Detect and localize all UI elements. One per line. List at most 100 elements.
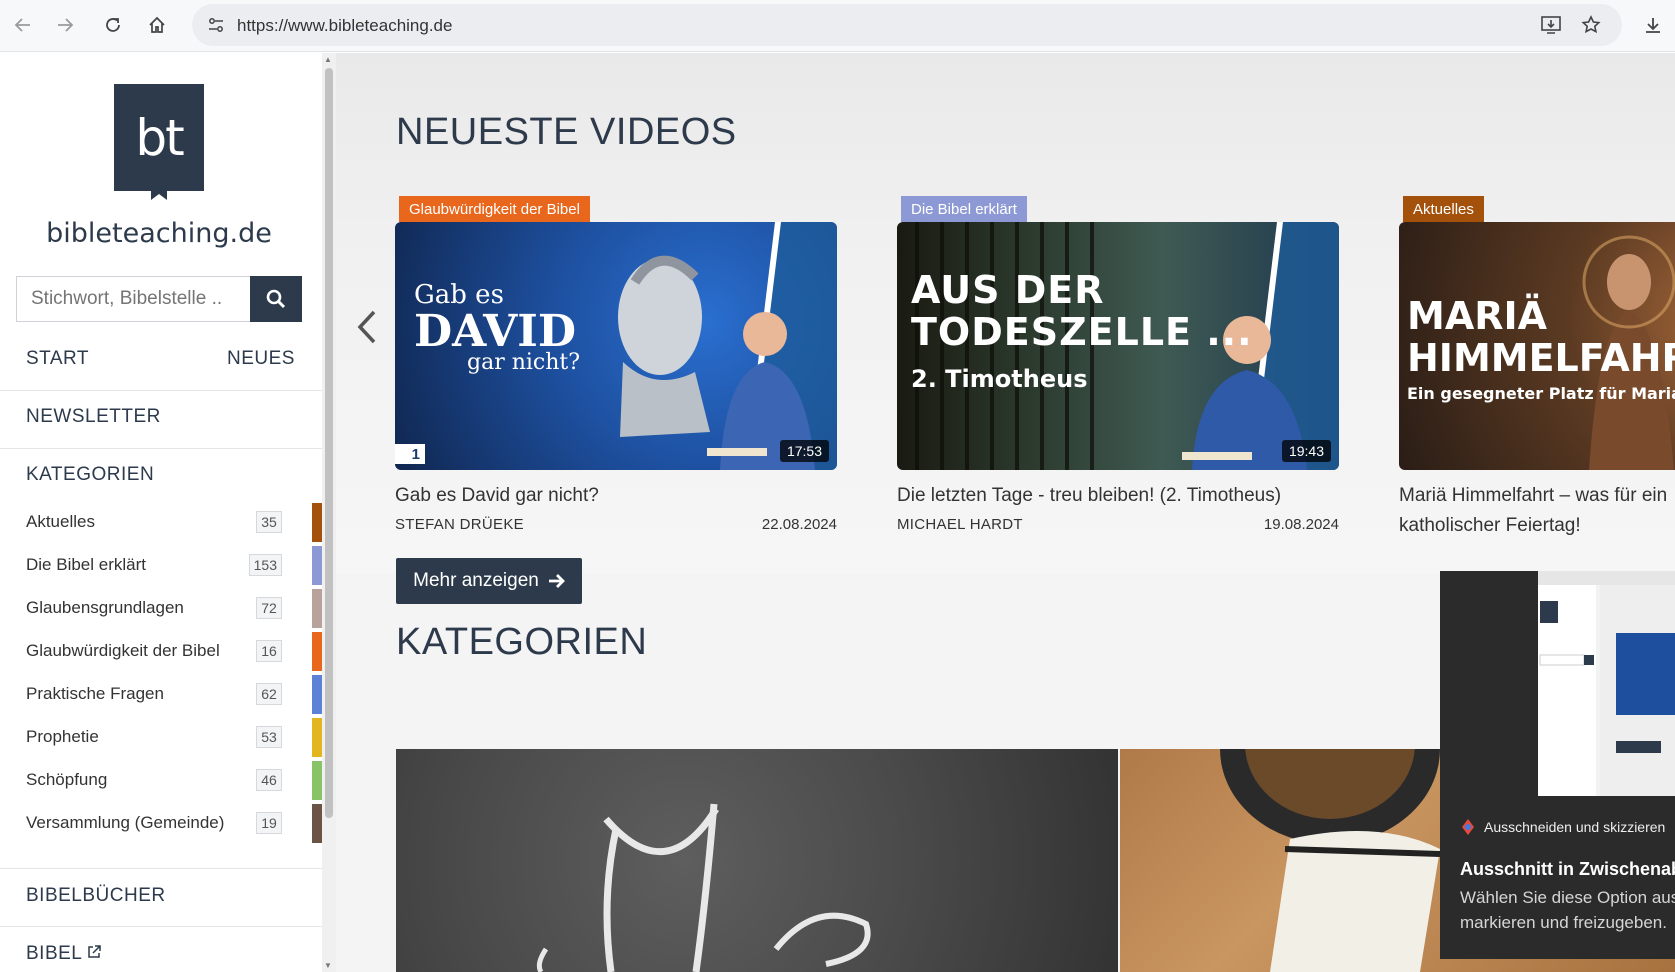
- video-thumbnail[interactable]: MARIÄ HIMMELFAHRT Ein gesegneter Platz f…: [1399, 222, 1675, 470]
- search-input[interactable]: [16, 276, 250, 322]
- download-button[interactable]: [1638, 10, 1668, 40]
- category-count-badge: 153: [248, 554, 282, 576]
- category-color-bar: [312, 718, 322, 757]
- sidebar-category-item[interactable]: Praktische Fragen 62: [0, 673, 322, 716]
- external-link-icon: [88, 945, 102, 958]
- thumb-line-3: 2. Timotheus: [911, 365, 1088, 393]
- category-name: Die Bibel erklärt: [26, 555, 146, 574]
- sidebar-category-item[interactable]: Die Bibel erklärt 153: [0, 544, 322, 587]
- snip-app-label: Ausschneiden und skizzieren: [1484, 819, 1666, 835]
- site-settings-icon[interactable]: [206, 15, 226, 35]
- category-color-bar: [312, 589, 322, 628]
- thumb-line-2: HIMMELFAHRT: [1407, 336, 1675, 380]
- site-name[interactable]: bibleteaching.de: [0, 218, 318, 249]
- arrow-left-icon: [14, 18, 30, 32]
- home-button[interactable]: [142, 10, 172, 40]
- nav-bibelbuecher[interactable]: BIBELBÜCHER: [26, 885, 166, 907]
- bookmark-star-icon[interactable]: [1578, 13, 1604, 37]
- arrow-right-icon: [548, 574, 565, 588]
- video-author: MICHAEL HARDT: [897, 516, 1023, 533]
- snip-body-line-2: markieren und freizugeben.: [1460, 913, 1667, 932]
- chalk-news-image: [536, 803, 871, 972]
- sidebar-category-item[interactable]: Glaubwürdigkeit der Bibel 16: [0, 630, 322, 673]
- reload-button[interactable]: [98, 10, 128, 40]
- category-badge[interactable]: Aktuelles: [1403, 196, 1484, 222]
- category-color-bar: [312, 546, 322, 585]
- more-videos-button[interactable]: Mehr anzeigen: [396, 558, 582, 604]
- divider: [0, 926, 322, 927]
- site-logo[interactable]: bt: [114, 84, 204, 200]
- video-thumbnail[interactable]: Gab es DAVID gar nicht? 1 17:53: [395, 222, 837, 470]
- category-color-bar: [312, 761, 322, 800]
- snip-notification[interactable]: Ausschneiden und skizzieren Ausschnitt i…: [1440, 571, 1675, 959]
- video-title-line-2: katholischer Feiertag!: [1399, 515, 1581, 536]
- reload-icon: [106, 18, 120, 32]
- category-count-badge: 16: [256, 640, 282, 662]
- sidebar-category-item[interactable]: Schöpfung 46: [0, 759, 322, 802]
- category-name: Glaubwürdigkeit der Bibel: [26, 641, 220, 660]
- url-text[interactable]: https://www.bibleteaching.de: [237, 16, 452, 36]
- video-date: 19.08.2024: [1263, 516, 1339, 533]
- thumb-line-1: MARIÄ: [1407, 294, 1548, 338]
- back-button[interactable]: [8, 10, 38, 40]
- sidebar-category-item[interactable]: Prophetie 53: [0, 716, 322, 759]
- category-count-badge: 53: [256, 726, 282, 748]
- scrollbar-thumb[interactable]: [325, 68, 333, 818]
- sidebar-category-item[interactable]: Glaubensgrundlagen 72: [0, 587, 322, 630]
- video-author: STEFAN DRÜEKE: [395, 516, 524, 533]
- nav-neues[interactable]: NEUES: [227, 348, 295, 370]
- sidebar-category-item[interactable]: Aktuelles 35: [0, 501, 322, 544]
- thumb-line-3: gar nicht?: [467, 350, 581, 375]
- nav-newsletter[interactable]: NEWSLETTER: [26, 406, 161, 428]
- video-thumbnail[interactable]: AUS DER TODESZELLE ... 2. Timotheus 19:4…: [897, 222, 1339, 470]
- snip-app-name: Ausschneiden und skizzieren: [1460, 818, 1665, 836]
- divider: [0, 868, 322, 869]
- video-date: 22.08.2024: [761, 516, 837, 533]
- logo-text: bt: [135, 108, 184, 167]
- snip-title: Ausschnitt in Zwischenablage kopiert: [1460, 859, 1675, 879]
- divider: [0, 390, 322, 391]
- latest-videos-title: NEUESTE VIDEOS: [396, 111, 737, 153]
- category-color-bar: [312, 804, 322, 843]
- nav-bibel[interactable]: BIBEL: [26, 943, 102, 965]
- scroll-down-arrow-icon[interactable]: ▼: [324, 961, 332, 970]
- nav-bibel-label: BIBEL: [26, 943, 82, 964]
- snip-body: Wählen Sie diese Option aus, um zu marki…: [1460, 885, 1675, 935]
- carousel-prev-button[interactable]: [352, 307, 382, 347]
- category-badge[interactable]: Die Bibel erklärt: [901, 196, 1027, 222]
- category-count-badge: 62: [256, 683, 282, 705]
- scroll-up-arrow-icon[interactable]: ▲: [324, 55, 332, 64]
- category-badge[interactable]: Glaubwürdigkeit der Bibel: [399, 196, 590, 222]
- categories-heading: KATEGORIEN: [26, 464, 155, 485]
- category-count-badge: 72: [256, 597, 282, 619]
- video-duration: 19:43: [1281, 440, 1331, 462]
- category-name: Schöpfung: [26, 770, 108, 789]
- category-tile-news[interactable]: [396, 749, 1118, 972]
- install-app-icon[interactable]: [1538, 13, 1564, 37]
- video-title[interactable]: Mariä Himmelfahrt – was für ein katholis…: [1399, 481, 1675, 541]
- more-videos-label: Mehr anzeigen: [413, 570, 539, 591]
- download-icon: [1646, 18, 1660, 33]
- video-title[interactable]: Gab es David gar nicht?: [395, 481, 837, 511]
- category-count-badge: 19: [256, 812, 282, 834]
- video-title-line-1: Mariä Himmelfahrt – was für ein: [1399, 485, 1668, 506]
- thumb-line-3: Ein gesegneter Platz für Maria: [1407, 384, 1675, 403]
- forward-button[interactable]: [50, 10, 80, 40]
- category-name: Aktuelles: [26, 512, 95, 531]
- sidebar-category-item[interactable]: Versammlung (Gemeinde) 19: [0, 802, 322, 845]
- search-button[interactable]: [250, 276, 302, 322]
- thumb-line-2: TODESZELLE ...: [911, 310, 1253, 354]
- home-icon: [149, 16, 165, 33]
- category-count-badge: 46: [256, 769, 282, 791]
- video-title[interactable]: Die letzten Tage - treu bleiben! (2. Tim…: [897, 481, 1339, 511]
- address-bar[interactable]: https://www.bibleteaching.de: [192, 4, 1622, 46]
- category-name: Praktische Fragen: [26, 684, 164, 703]
- series-number-tag: 1: [395, 444, 425, 464]
- sidebar-scrollbar[interactable]: ▲ ▼: [322, 53, 336, 972]
- snip-body-line-1: Wählen Sie diese Option aus, um zu: [1460, 888, 1675, 907]
- search-icon: [266, 289, 286, 309]
- snip-preview-thumbnail[interactable]: [1538, 571, 1675, 796]
- category-count-badge: 35: [256, 511, 282, 533]
- nav-start[interactable]: START: [26, 348, 89, 370]
- category-name: Glaubensgrundlagen: [26, 598, 184, 617]
